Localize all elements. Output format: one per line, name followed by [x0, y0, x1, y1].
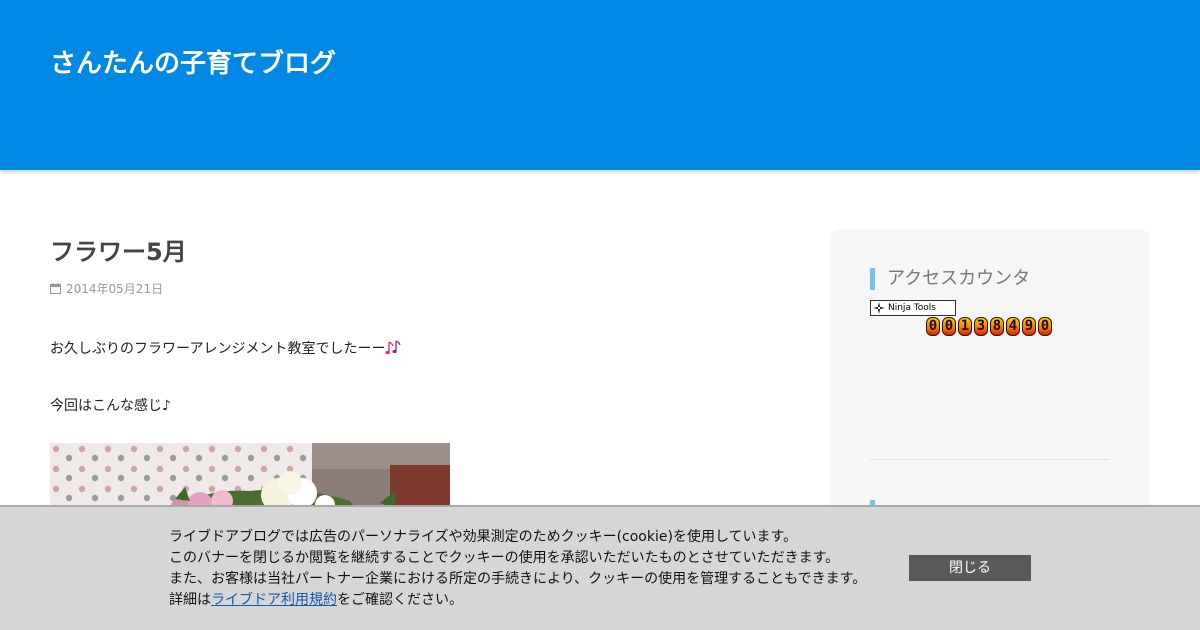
article-paragraph-text: お久しぶりのフラワーアレンジメント教室でしたーー	[50, 341, 386, 357]
flower-photo-image	[50, 443, 450, 513]
article-paragraph: 今回はこんな感じ♪	[50, 398, 171, 414]
livedoor-terms-link[interactable]: ライブドア利用規約	[211, 592, 337, 608]
counter-digit: 0	[1038, 317, 1052, 336]
article-title[interactable]: フラワー5月	[50, 232, 187, 267]
cookie-details-suffix: をご確認ください。	[337, 592, 463, 608]
counter-digit: 9	[1022, 317, 1036, 336]
cookie-consent-banner: ライブドアブログでは広告のパーソナライズや効果測定のためクッキー(cookie)…	[0, 505, 1200, 630]
ninja-tools-badge[interactable]: Ninja Tools	[870, 300, 956, 316]
cookie-notice-text: ライブドアブログでは広告のパーソナライズや効果測定のためクッキー(cookie)…	[169, 527, 866, 611]
ninja-tools-label: Ninja Tools	[888, 303, 936, 313]
widget-title-access-counter: アクセスカウンタ	[870, 268, 1030, 290]
music-notes-icon	[385, 340, 402, 355]
flower-arrangement-photo[interactable]	[50, 443, 450, 513]
ninja-star-icon	[873, 302, 885, 314]
cookie-details-prefix: 詳細は	[169, 592, 211, 608]
post-date-text: 2014年05月21日	[66, 282, 164, 296]
cookie-notice-line: ライブドアブログでは広告のパーソナライズや効果測定のためクッキー(cookie)…	[169, 529, 798, 545]
counter-digit: 8	[990, 317, 1004, 336]
blog-title-link[interactable]: さんたんの子育てブログ	[50, 43, 336, 80]
widget-divider	[870, 459, 1110, 460]
calendar-icon	[50, 283, 61, 294]
article-paragraph: お久しぶりのフラワーアレンジメント教室でしたーー	[50, 338, 402, 358]
counter-digit: 0	[942, 317, 956, 336]
cookie-notice-line: このバナーを閉じるか閲覧を継続することでクッキーの使用を承認いただいたものとさせ…	[169, 550, 840, 566]
close-banner-button[interactable]: 閉じる	[909, 555, 1031, 581]
counter-digit: 3	[974, 317, 988, 336]
site-header: さんたんの子育てブログ	[0, 0, 1200, 170]
cookie-notice-line: 詳細はライブドア利用規約をご確認ください。	[169, 590, 866, 611]
counter-digit: 1	[958, 317, 972, 336]
counter-digit: 0	[926, 317, 940, 336]
access-counter: 0 0 1 3 8 4 9 0	[926, 317, 1054, 336]
counter-digit: 4	[1006, 317, 1020, 336]
post-date: 2014年05月21日	[50, 280, 163, 297]
cookie-notice-line: また、お客様は当社パートナー企業における所定の手続きにより、クッキーの使用を管理…	[169, 571, 867, 587]
